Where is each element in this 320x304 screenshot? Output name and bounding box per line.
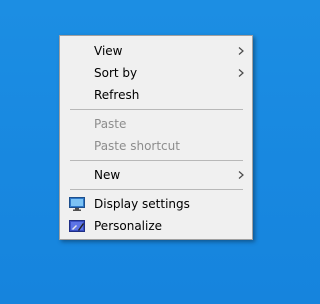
personalize-icon [69,220,85,232]
menu-item-label: Refresh [94,88,140,102]
menu-item-label: Sort by [94,66,138,80]
menu-item-paste-shortcut[interactable]: Paste shortcut [60,135,252,157]
menu-item-label: Paste [94,117,127,131]
menu-item-label: Display settings [94,197,190,211]
menu-item-paste[interactable]: Paste [60,113,252,135]
menu-item-label: New [94,168,121,182]
menu-separator [70,109,243,110]
menu-item-view[interactable]: View [60,40,252,62]
chevron-right-icon [238,171,244,179]
display-icon [69,197,85,211]
desktop-context-menu: View Sort by Refresh Paste Paste shortcu… [59,35,253,240]
menu-item-sort-by[interactable]: Sort by [60,62,252,84]
menu-item-display-settings[interactable]: Display settings [60,193,252,215]
menu-item-personalize[interactable]: Personalize [60,215,252,237]
menu-item-new[interactable]: New [60,164,252,186]
menu-separator [70,189,243,190]
chevron-right-icon [238,47,244,55]
menu-item-label: View [94,44,123,58]
menu-item-label: Personalize [94,219,163,233]
menu-item-label: Paste shortcut [94,139,180,153]
chevron-right-icon [238,69,244,77]
menu-separator [70,160,243,161]
menu-item-refresh[interactable]: Refresh [60,84,252,106]
